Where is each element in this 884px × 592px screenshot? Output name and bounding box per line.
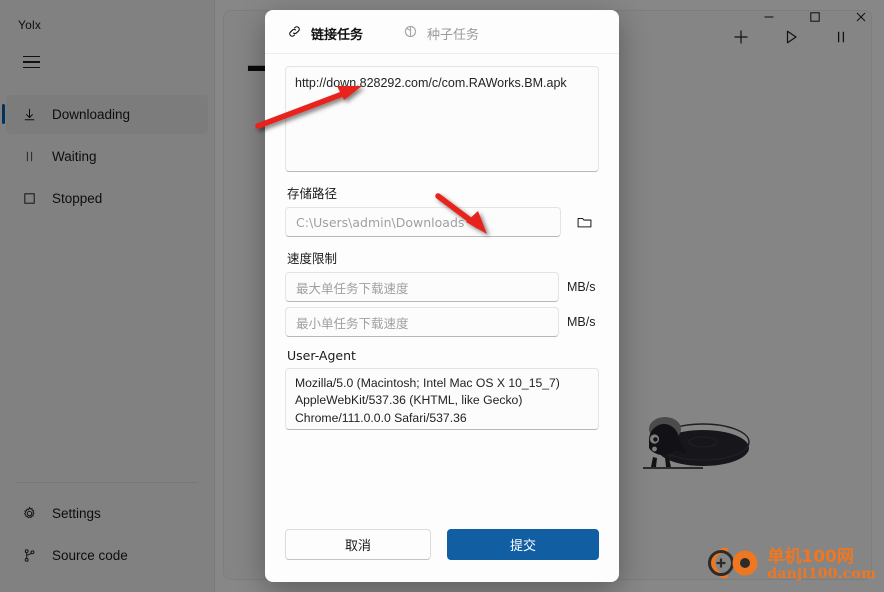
tab-label: 种子任务 [427,28,480,43]
speed-limit-label: 速度限制 [287,251,338,266]
max-speed-input[interactable]: 最大单任务下载速度 [285,272,559,302]
watermark: 单机100网 danji100.com [704,543,876,588]
storage-path-row: C:\Users\admin\Downloads [285,207,599,237]
tab-link-task[interactable]: 链接任务 [287,20,363,43]
screen-root: Yolx Downloading Waiting Stopped Setting… [0,0,884,592]
link-icon [287,24,302,43]
add-task-dialog: 链接任务 种子任务 http://down.828292.com/c/com.R… [265,10,619,582]
dialog-tabs: 链接任务 种子任务 [265,10,619,54]
min-speed-row: 最小单任务下载速度 MB/s [285,307,599,337]
user-agent-label: User-Agent [287,348,356,363]
user-agent-input[interactable]: Mozilla/5.0 (Macintosh; Intel Mac OS X 1… [285,368,599,430]
dialog-body: http://down.828292.com/c/com.RAWorks.BM.… [265,54,619,529]
storage-path-input[interactable]: C:\Users\admin\Downloads [285,207,561,237]
cancel-button[interactable]: 取消 [285,529,431,560]
max-speed-row: 最大单任务下载速度 MB/s [285,272,599,302]
watermark-en: danji100.com [767,566,876,583]
folder-icon[interactable] [569,207,599,237]
storage-path-label: 存储路径 [287,186,338,201]
watermark-cn: 单机100网 [767,547,854,568]
max-speed-unit: MB/s [567,280,596,294]
url-input[interactable]: http://down.828292.com/c/com.RAWorks.BM.… [285,66,599,172]
watermark-logo-icon [704,543,762,588]
tab-label: 链接任务 [311,28,364,43]
min-speed-unit: MB/s [567,315,596,329]
dialog-footer: 取消 提交 [265,529,619,582]
tab-torrent-task[interactable]: 种子任务 [403,20,479,43]
submit-button[interactable]: 提交 [447,529,599,560]
magnet-seed-icon [403,24,418,43]
watermark-text: 单机100网 danji100.com [767,547,876,583]
min-speed-input[interactable]: 最小单任务下载速度 [285,307,559,337]
